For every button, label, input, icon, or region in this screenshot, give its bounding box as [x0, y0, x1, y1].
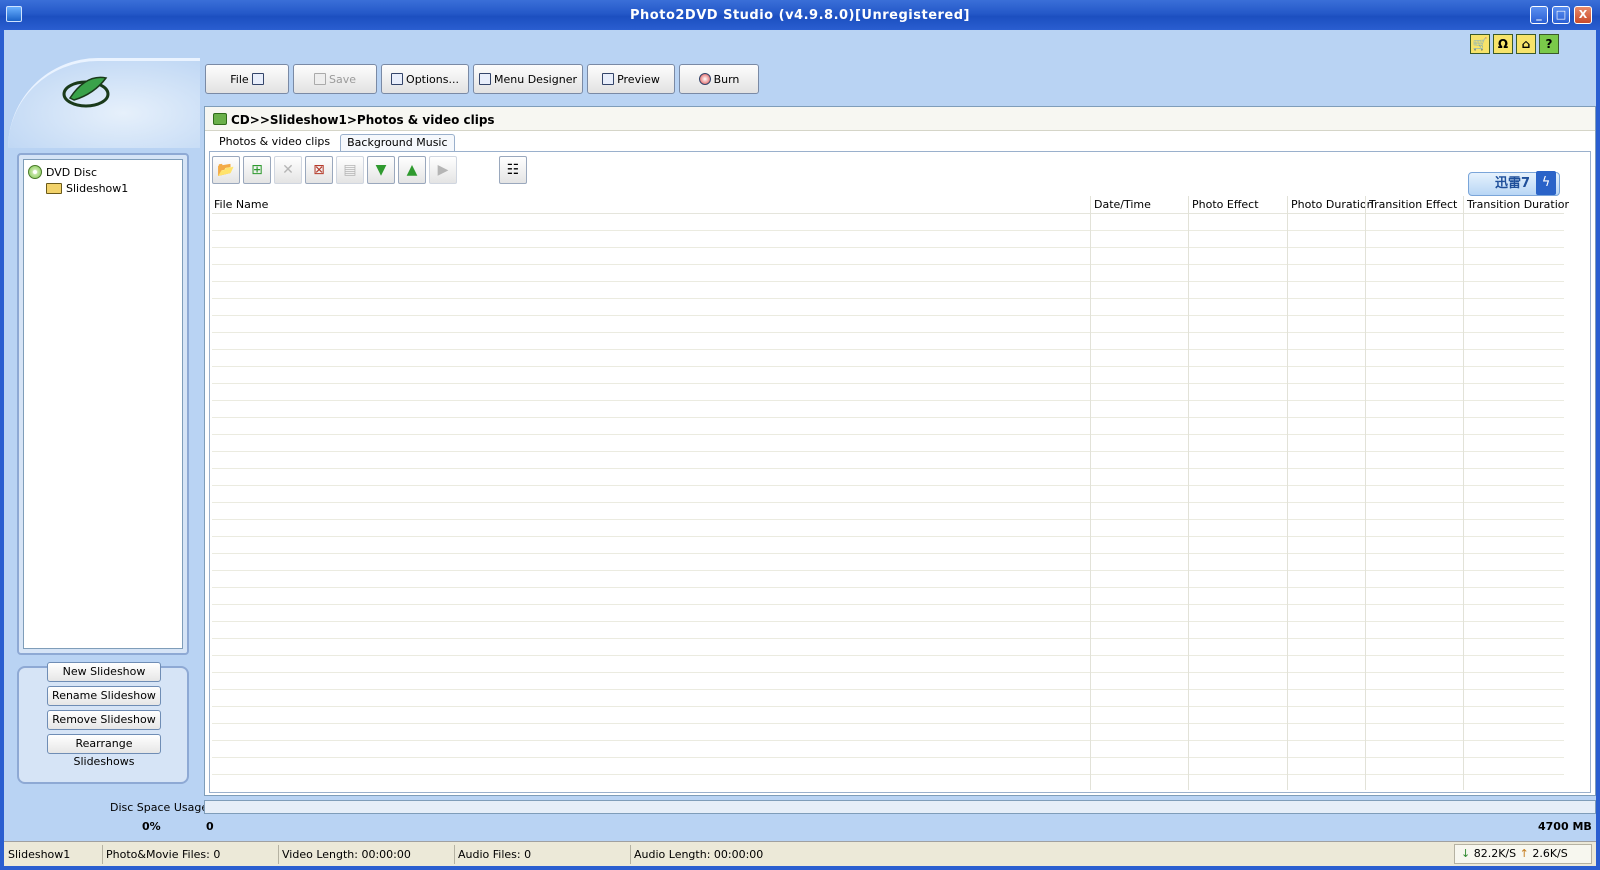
clip-toolbar: 📂 ⊞ ✕ ⊠ ▤ ▼ ▲ ▶ ☷ — [212, 156, 527, 184]
lightning-icon: ϟ — [1536, 171, 1556, 195]
disc-icon — [28, 165, 42, 179]
burn-disc-icon — [698, 73, 711, 85]
rename-slideshow-button[interactable]: Rename Slideshow — [47, 686, 161, 706]
help-icon[interactable]: ? — [1539, 34, 1559, 54]
tree-item-slideshow1[interactable]: Slideshow1 — [28, 180, 178, 196]
column-divider — [1287, 196, 1288, 790]
status-divider — [454, 845, 455, 864]
status-divider — [630, 845, 631, 864]
menu-designer-button-label: Menu Designer — [494, 72, 577, 86]
clear-all-icon[interactable]: ⊠ — [305, 156, 333, 184]
app-logo-icon — [62, 76, 110, 108]
status-photo-movie-files: Photo&Movie Files: 0 — [106, 848, 221, 861]
window-title: Photo2DVD Studio (v4.9.8.0)[Unregistered… — [630, 8, 970, 23]
network-speed: ↓ 82.2K/S ↑ 2.6K/S — [1454, 844, 1592, 864]
disc-space-min: 0 — [206, 820, 214, 833]
save-button[interactable]: Save — [293, 64, 377, 94]
column-transition-duration[interactable]: Transition Duratior — [1467, 198, 1569, 211]
properties-icon[interactable]: ☷ — [499, 156, 527, 184]
title-bar: Photo2DVD Studio (v4.9.8.0)[Unregistered… — [0, 0, 1600, 30]
edit-icon[interactable]: ▤ — [336, 156, 364, 184]
disc-space-label: Disc Space Usage: — [110, 801, 212, 814]
breadcrumb-bar: CD>>Slideshow1>Photos & video clips — [205, 107, 1595, 131]
slideshow-tree: DVD Disc Slideshow1 — [23, 159, 183, 649]
menu-designer-button[interactable]: Menu Designer — [473, 64, 583, 94]
column-divider — [1188, 196, 1189, 790]
tab-background-music[interactable]: Background Music — [340, 134, 455, 151]
move-up-icon[interactable]: ▲ — [398, 156, 426, 184]
preview-icon — [602, 73, 615, 85]
minimize-button[interactable]: _ — [1530, 6, 1548, 24]
tree-item-label: Slideshow1 — [66, 181, 129, 195]
breadcrumb: CD>>Slideshow1>Photos & video clips — [231, 113, 495, 127]
options-icon — [391, 73, 404, 85]
home-icon[interactable]: ⌂ — [1516, 34, 1536, 54]
status-audio-length: Audio Length: 00:00:00 — [634, 848, 764, 861]
save-button-label: Save — [328, 72, 356, 86]
play-icon[interactable]: ▶ — [429, 156, 457, 184]
clips-panel: 📂 ⊞ ✕ ⊠ ▤ ▼ ▲ ▶ ☷ 迅雷7 ϟ File Name Date/T… — [209, 151, 1591, 793]
burn-button-label: Burn — [713, 72, 740, 86]
table-header: File Name Date/Time Photo Effect Photo D… — [212, 196, 1569, 214]
folder-icon — [46, 182, 62, 194]
column-divider — [1365, 196, 1366, 790]
close-button[interactable]: X — [1574, 6, 1592, 24]
maximize-button[interactable]: □ — [1552, 6, 1570, 24]
column-file-name[interactable]: File Name — [214, 198, 268, 211]
table-body — [212, 214, 1564, 790]
new-slideshow-button[interactable]: New Slideshow — [47, 662, 161, 682]
upload-speed: 2.6K/S — [1532, 847, 1568, 860]
save-icon — [313, 73, 326, 85]
support-icon[interactable]: Ω — [1493, 34, 1513, 54]
status-video-length: Video Length: 00:00:00 — [282, 848, 411, 861]
add-file-icon[interactable]: ⊞ — [243, 156, 271, 184]
delete-icon[interactable]: ✕ — [274, 156, 302, 184]
tree-item-dvd-disc[interactable]: DVD Disc — [28, 164, 178, 180]
column-transition-effect[interactable]: Transition Effect — [1369, 198, 1457, 211]
move-down-icon[interactable]: ▼ — [367, 156, 395, 184]
file-button-label: File — [230, 72, 249, 86]
remove-slideshow-button[interactable]: Remove Slideshow — [47, 710, 161, 730]
clips-table: File Name Date/Time Photo Effect Photo D… — [212, 196, 1569, 790]
tab-photos-video-clips[interactable]: Photos & video clips — [213, 134, 336, 151]
disc-space-percent: 0% — [142, 820, 161, 833]
breadcrumb-arrow-icon — [213, 113, 227, 125]
file-button[interactable]: File — [205, 64, 289, 94]
download-arrow-icon: ↓ — [1461, 847, 1471, 860]
status-divider — [102, 845, 103, 864]
tree-item-label: DVD Disc — [46, 165, 98, 179]
main-toolbar: File Save Options... Menu Designer Previ… — [205, 64, 759, 94]
main-panel: CD>>Slideshow1>Photos & video clips Phot… — [204, 106, 1596, 796]
status-divider — [278, 845, 279, 864]
slideshow-tree-panel: DVD Disc Slideshow1 — [17, 153, 189, 655]
download-speed: 82.2K/S — [1473, 847, 1517, 860]
disc-space-max: 4700 MB — [1538, 820, 1592, 833]
menu-designer-icon — [479, 73, 492, 85]
burn-button[interactable]: Burn — [679, 64, 759, 94]
disc-space-bar — [204, 800, 1596, 814]
status-slideshow: Slideshow1 — [8, 848, 71, 861]
open-folder-icon[interactable]: 📂 — [212, 156, 240, 184]
slideshow-buttons-panel: New Slideshow Rename Slideshow Remove Sl… — [17, 662, 189, 784]
status-audio-files: Audio Files: 0 — [458, 848, 532, 861]
tab-bar: Photos & video clips Background Music — [213, 134, 455, 151]
cart-icon[interactable]: 🛒 — [1470, 34, 1490, 54]
column-photo-effect[interactable]: Photo Effect — [1192, 198, 1259, 211]
options-button-label: Options... — [406, 72, 459, 86]
column-divider — [1463, 196, 1464, 790]
column-photo-duration[interactable]: Photo Duration — [1291, 198, 1374, 211]
rearrange-slideshows-button[interactable]: Rearrange Slideshows — [47, 734, 161, 768]
status-bar: Slideshow1 Photo&Movie Files: 0 Video Le… — [4, 841, 1596, 866]
options-button[interactable]: Options... — [381, 64, 469, 94]
file-menu-icon — [251, 73, 264, 85]
shortcut-bar: 🛒 Ω ⌂ ? — [1470, 34, 1559, 54]
column-date-time[interactable]: Date/Time — [1094, 198, 1151, 211]
preview-button[interactable]: Preview — [587, 64, 675, 94]
upload-arrow-icon: ↑ — [1519, 847, 1529, 860]
preview-button-label: Preview — [617, 72, 660, 86]
column-divider — [1090, 196, 1091, 790]
